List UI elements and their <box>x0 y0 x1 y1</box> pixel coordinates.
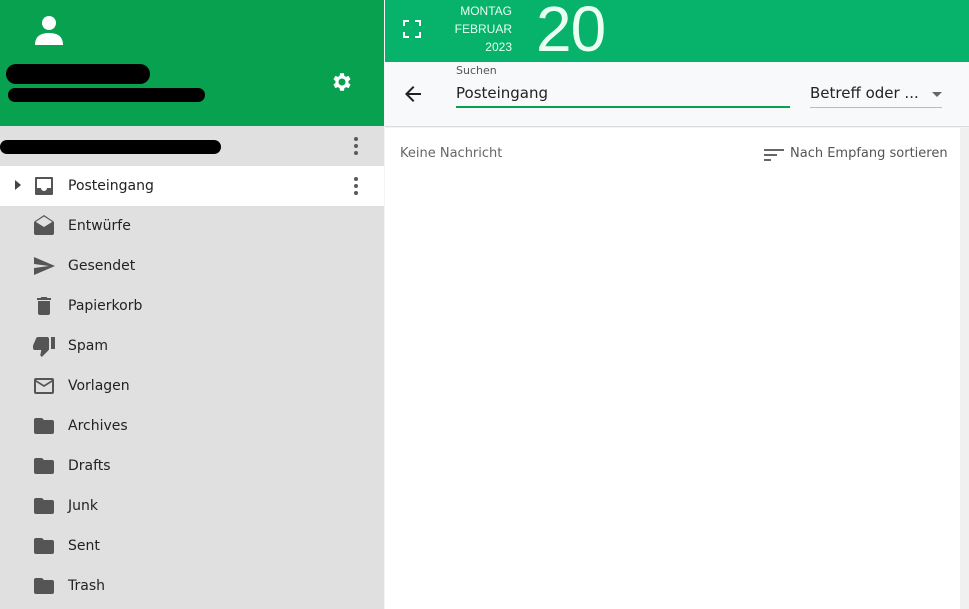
person-icon[interactable] <box>34 14 64 46</box>
thumb-down-icon <box>33 337 55 357</box>
folder-item-trash[interactable]: Trash <box>0 566 384 606</box>
folder-item-junk[interactable]: Junk <box>0 486 384 526</box>
gear-icon[interactable] <box>330 70 354 94</box>
folder-label: Archives <box>68 418 128 434</box>
search-scope-value: Betreff oder ... <box>810 84 919 102</box>
folder-label: Gesendet <box>68 258 136 274</box>
day-number: 20 <box>536 0 606 65</box>
dropdown-arrow-icon <box>932 92 942 97</box>
expand-caret-icon[interactable] <box>15 180 21 190</box>
year: 2023 <box>485 40 512 54</box>
folder-label: Trash <box>68 578 105 594</box>
sort-icon <box>764 149 784 161</box>
mail-icon <box>34 378 54 394</box>
folder-icon <box>34 538 54 554</box>
folder-icon <box>34 578 54 594</box>
fullscreen-icon[interactable] <box>403 20 421 38</box>
sidebar: Posteingang Entwürfe Gesendet Papierkorb… <box>0 0 384 609</box>
redacted-account-label <box>0 140 221 154</box>
folder-label: Posteingang <box>68 178 154 194</box>
inbox-icon <box>35 177 53 195</box>
sort-label: Nach Empfang sortieren <box>790 146 948 161</box>
folder-menu-icon[interactable] <box>344 174 368 198</box>
account-header <box>0 0 384 126</box>
top-bar: MONTAG FEBRUAR 2023 20 <box>385 0 969 65</box>
search-input[interactable] <box>456 80 790 108</box>
folder-item-posteingang[interactable]: Posteingang <box>0 166 384 206</box>
date-text: MONTAG FEBRUAR 2023 <box>437 2 512 56</box>
redacted-account-name <box>6 64 150 84</box>
trash-icon <box>37 297 51 315</box>
weekday: MONTAG <box>460 4 512 18</box>
folder-item-gesendet[interactable]: Gesendet <box>0 246 384 286</box>
folder-label: Spam <box>68 338 108 354</box>
folder-label: Drafts <box>68 458 111 474</box>
account-menu-icon[interactable] <box>344 134 368 158</box>
folder-item-papierkorb[interactable]: Papierkorb <box>0 286 384 326</box>
folder-icon <box>34 498 54 514</box>
month: FEBRUAR <box>454 22 512 36</box>
folder-item-spam[interactable]: Spam <box>0 326 384 366</box>
folder-item-entwuerfe[interactable]: Entwürfe <box>0 206 384 246</box>
sort-button[interactable]: Nach Empfang sortieren <box>764 144 948 166</box>
folder-label: Vorlagen <box>68 378 130 394</box>
search-label: Suchen <box>456 64 497 77</box>
redacted-account-email <box>8 88 205 102</box>
folder-label: Sent <box>68 538 100 554</box>
folder-item-vorlagen[interactable]: Vorlagen <box>0 366 384 406</box>
search-bar: Suchen Betreff oder ... <box>385 62 969 127</box>
folder-label: Entwürfe <box>68 218 131 234</box>
search-scope-select[interactable]: Betreff oder ... <box>810 80 942 108</box>
scrollbar[interactable] <box>960 128 969 609</box>
folder-item-drafts[interactable]: Drafts <box>0 446 384 486</box>
send-icon <box>34 257 55 275</box>
folder-item-archives[interactable]: Archives <box>0 406 384 446</box>
message-list: Keine Nachricht Nach Empfang sortieren <box>385 128 960 609</box>
empty-list-text: Keine Nachricht <box>400 146 503 161</box>
folder-label: Papierkorb <box>68 298 143 314</box>
folder-icon <box>34 458 54 474</box>
folder-icon <box>34 418 54 434</box>
arrow-back-icon[interactable] <box>401 82 425 106</box>
folder-item-sent[interactable]: Sent <box>0 526 384 566</box>
folder-label: Junk <box>68 498 98 514</box>
account-row[interactable] <box>0 126 384 166</box>
drafts-icon <box>34 215 54 235</box>
